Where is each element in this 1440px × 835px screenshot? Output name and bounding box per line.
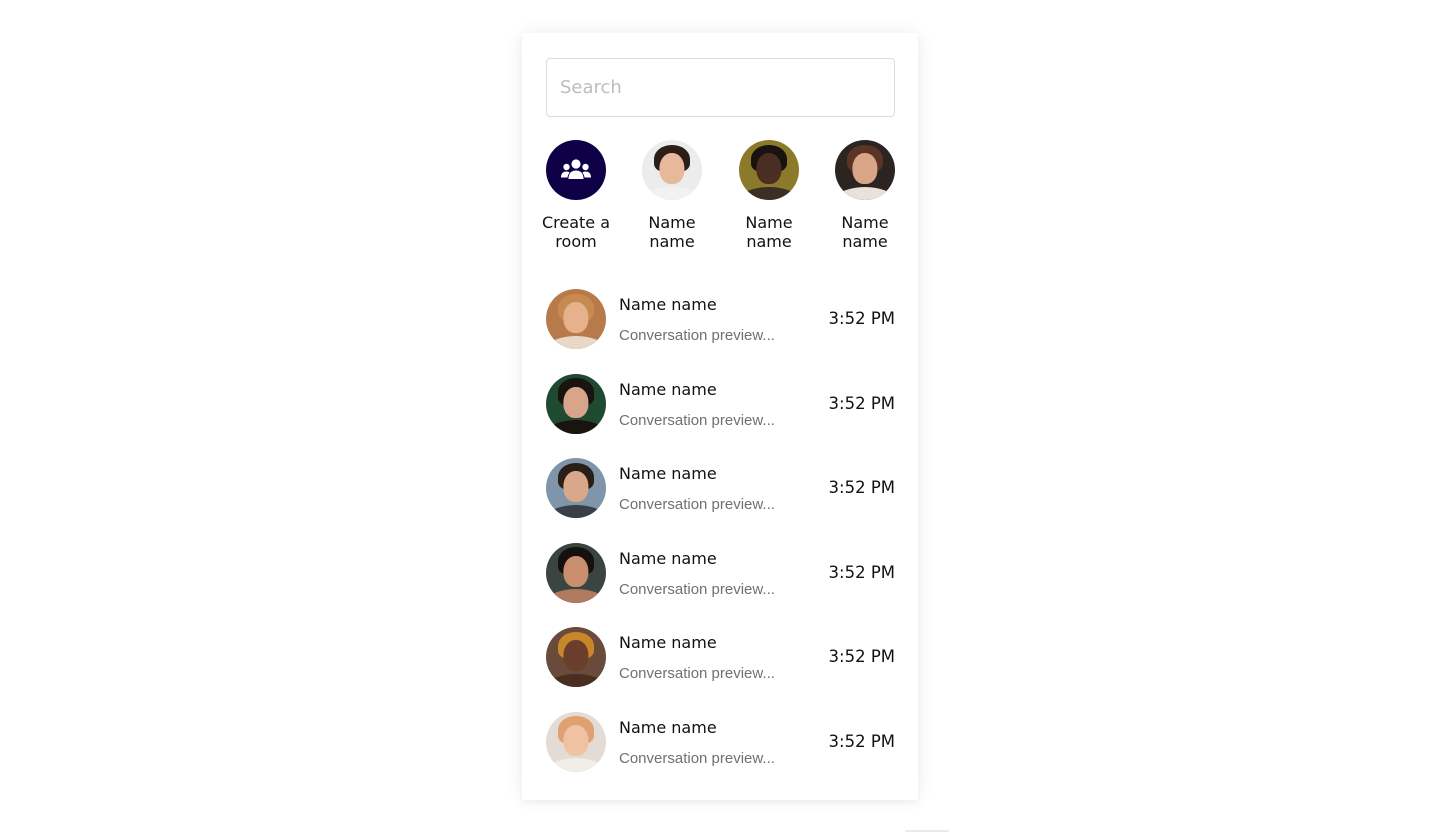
avatar (546, 289, 606, 349)
message-preview: Conversation preview... (619, 411, 775, 429)
contact-name: Name name (619, 295, 717, 314)
conversation-item[interactable]: Name name Conversation preview... 3:52 P… (522, 711, 918, 795)
message-preview: Conversation preview... (619, 327, 775, 344)
contact-name: Name name (619, 464, 717, 483)
conversation-item[interactable]: Name name Conversation preview... 3:52 P… (522, 457, 918, 541)
timestamp: 3:52 PM (828, 309, 895, 328)
create-room-avatar[interactable] (546, 140, 606, 200)
contact-name: Name name (619, 633, 717, 652)
scroll-handle (905, 830, 949, 832)
avatar-photo (546, 458, 606, 518)
message-preview: Conversation preview... (619, 496, 775, 513)
message-preview: Conversation preview... (619, 580, 775, 598)
avatar-photo (835, 140, 895, 200)
avatar-photo (739, 140, 799, 200)
message-preview: Conversation preview... (619, 749, 775, 767)
message-preview: Conversation preview... (619, 665, 775, 682)
create-room-label: Create a room (541, 213, 611, 251)
conversation-item[interactable]: Name name Conversation preview... 3:52 P… (522, 373, 918, 457)
story-item[interactable]: Name name (721, 140, 817, 251)
contact-name: Name name (619, 548, 717, 568)
story-name: Name name (745, 213, 793, 251)
avatar (546, 542, 606, 603)
avatar-photo (546, 712, 606, 772)
contact-name: Name name (619, 717, 717, 737)
story-name: Name name (648, 213, 696, 251)
stories-row: Create a room Name name Name name Name n… (522, 140, 918, 260)
avatar (546, 373, 606, 434)
story-item[interactable]: Name name (624, 140, 720, 251)
story-item[interactable]: Name name (817, 140, 913, 251)
conversation-item[interactable]: Name name Conversation preview... 3:52 P… (522, 288, 918, 372)
chat-panel: Create a room Name name Name name Name n… (522, 33, 918, 800)
avatar[interactable] (642, 140, 702, 200)
users-icon (561, 159, 591, 179)
timestamp: 3:52 PM (828, 731, 895, 751)
avatar[interactable] (739, 140, 799, 200)
avatar-photo (546, 289, 606, 349)
avatar (546, 627, 606, 687)
conversation-item[interactable]: Name name Conversation preview... 3:52 P… (522, 626, 918, 710)
avatar-photo (546, 374, 606, 434)
timestamp: 3:52 PM (828, 647, 895, 666)
conversation-item[interactable]: Name name Conversation preview... 3:52 P… (522, 542, 918, 626)
create-room-button[interactable]: Create a room (528, 140, 624, 251)
avatar-photo (546, 627, 606, 687)
timestamp: 3:52 PM (828, 478, 895, 497)
avatar-photo (642, 140, 702, 200)
avatar (546, 711, 606, 772)
timestamp: 3:52 PM (828, 393, 895, 413)
avatar[interactable] (835, 140, 895, 200)
timestamp: 3:52 PM (828, 562, 895, 582)
contact-name: Name name (619, 379, 717, 399)
story-name: Name name (841, 213, 889, 251)
avatar (546, 458, 606, 518)
search-input[interactable] (546, 58, 895, 117)
avatar-photo (546, 543, 606, 603)
